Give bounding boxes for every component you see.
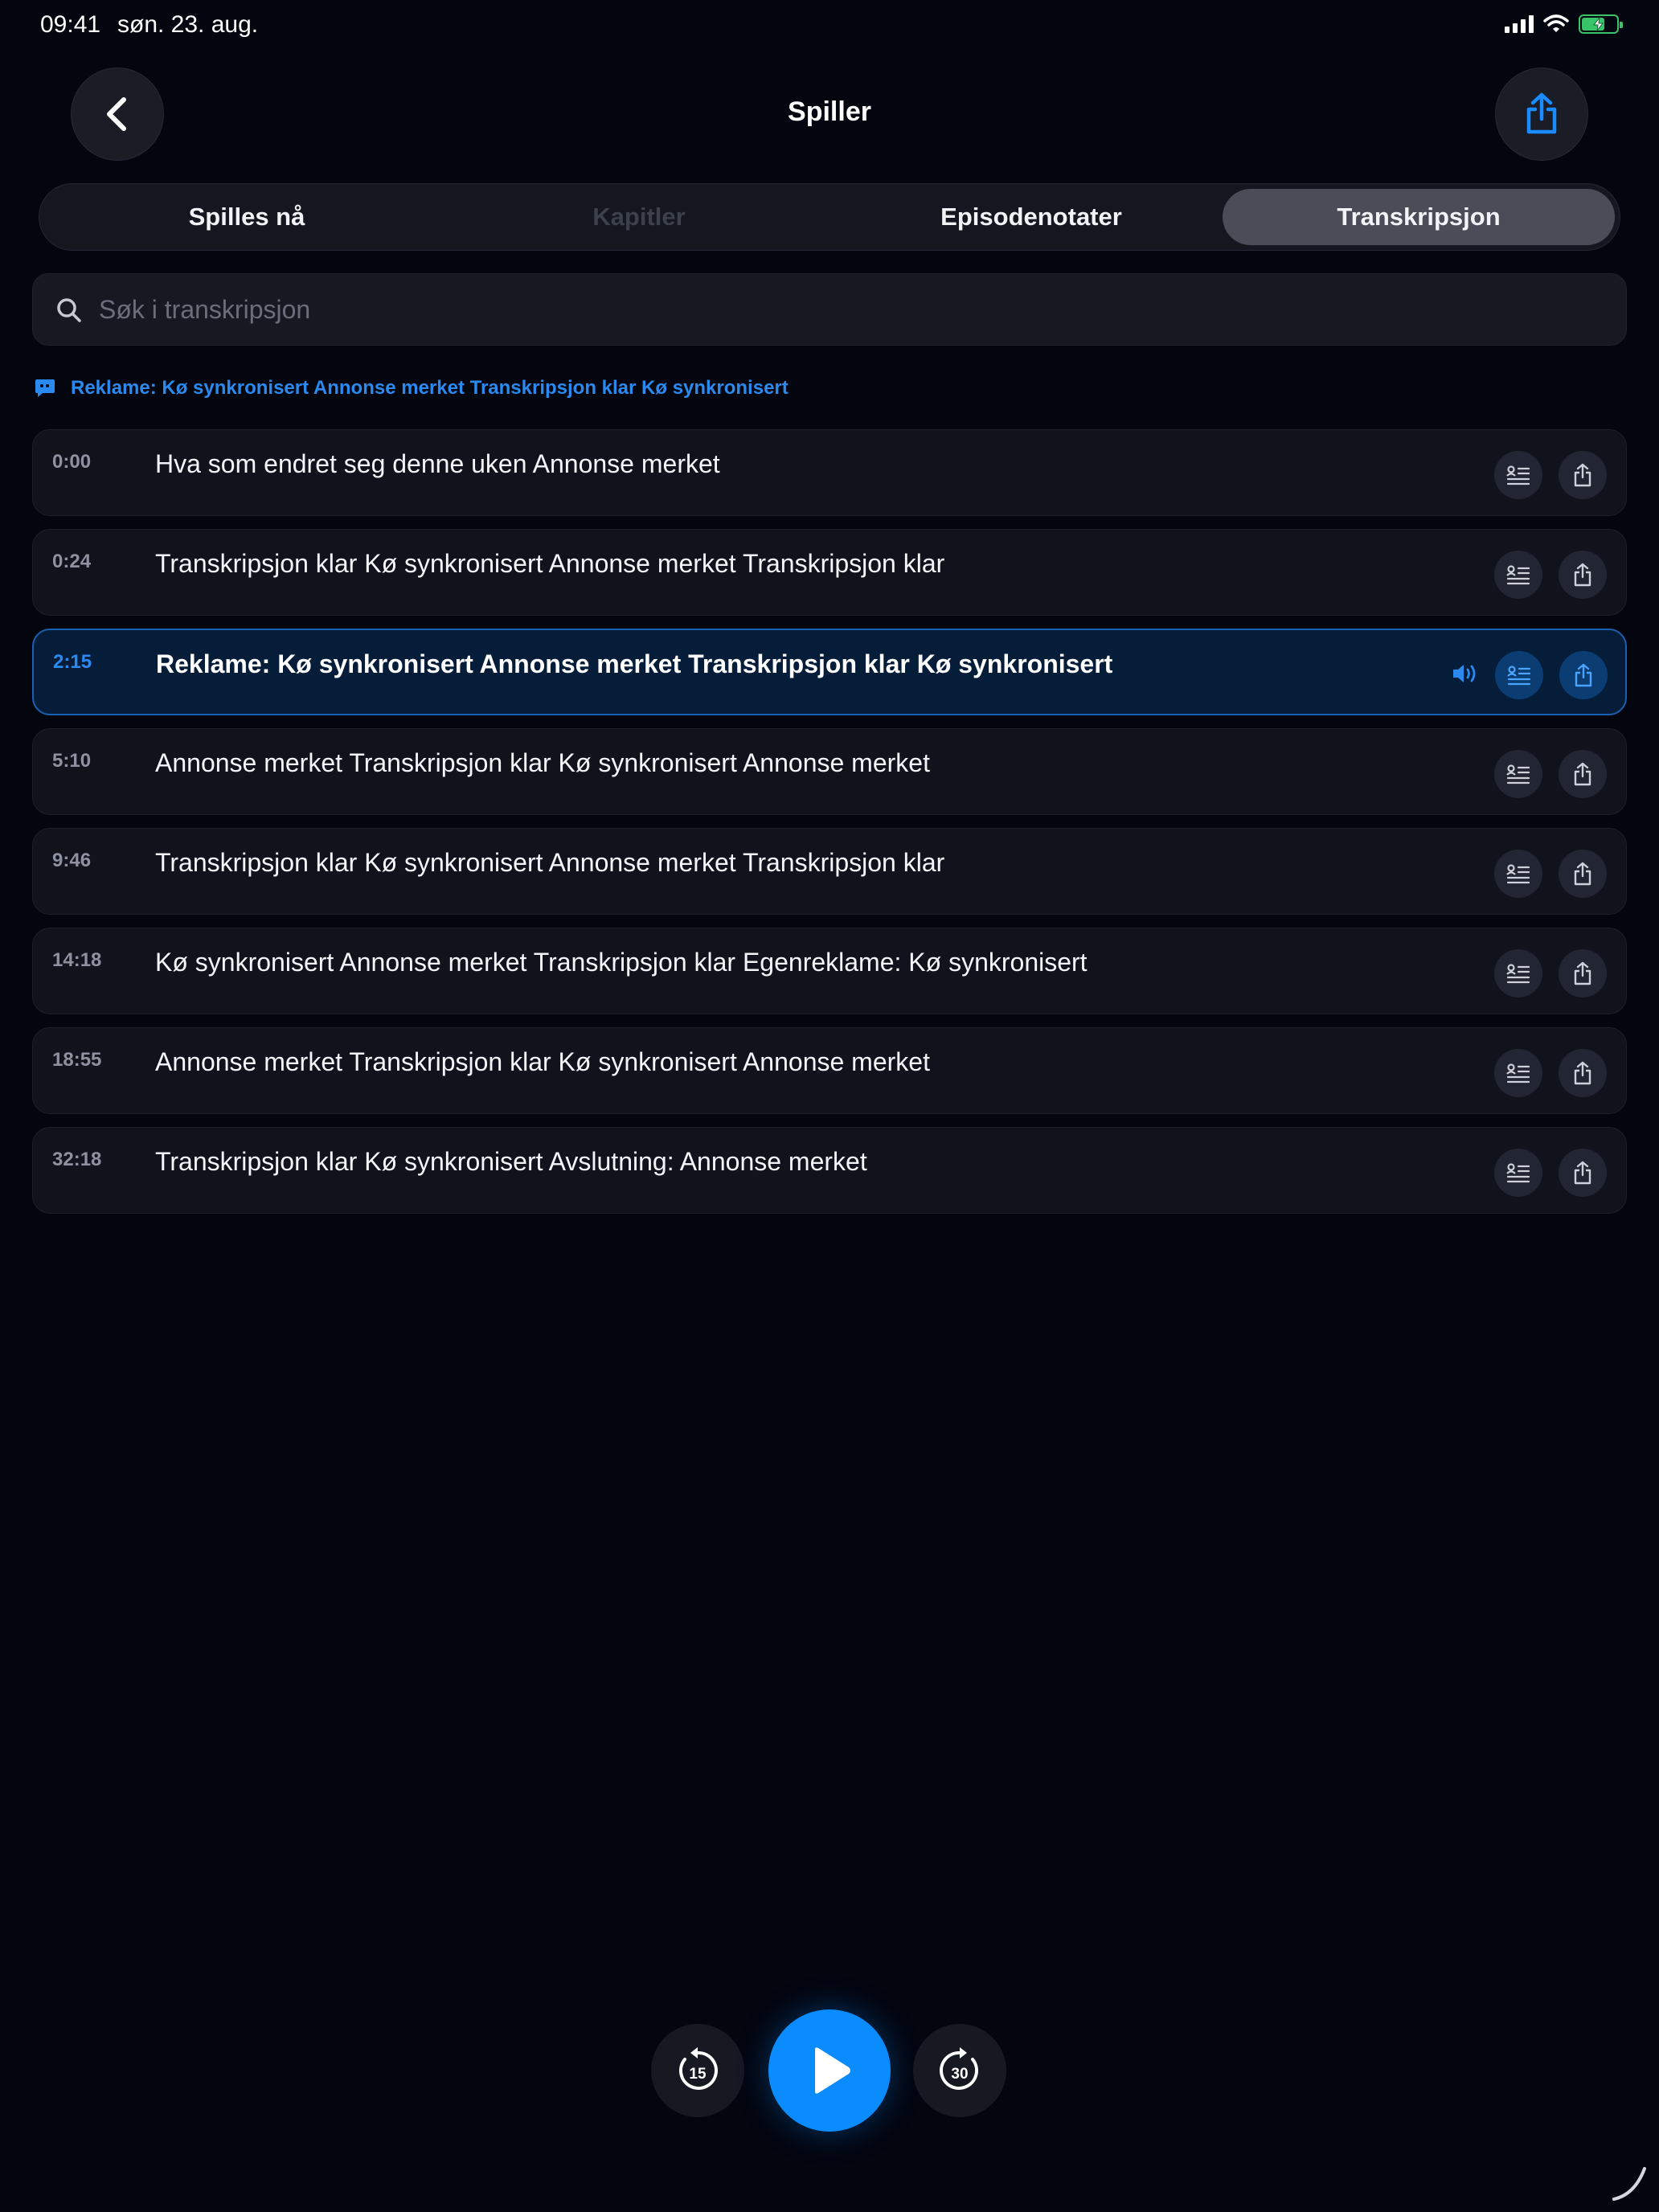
paragraph-button[interactable] <box>1495 651 1543 699</box>
transcript-row[interactable]: 0:24 Transkripsjon klar Kø synkronisert … <box>32 529 1627 616</box>
share-icon <box>1574 862 1591 886</box>
forward-30-icon: 30 <box>940 2047 979 2090</box>
segment-share-button[interactable] <box>1559 750 1607 798</box>
segment-timestamp: 2:15 <box>53 651 92 673</box>
svg-text:30: 30 <box>951 2066 968 2083</box>
search-bar <box>32 273 1627 346</box>
paragraph-icon <box>1507 666 1531 686</box>
segment-share-button[interactable] <box>1559 651 1608 699</box>
share-icon <box>1575 663 1592 687</box>
segment-share-button[interactable] <box>1559 1149 1607 1197</box>
page-title: Spiller <box>788 96 871 127</box>
paragraph-icon <box>1506 964 1530 984</box>
paragraph-button[interactable] <box>1494 551 1542 599</box>
rewind-15-icon: 15 <box>678 2047 718 2090</box>
transcript-row[interactable]: 5:10 Annonse merket Transkripsjon klar K… <box>32 728 1627 815</box>
paragraph-button[interactable] <box>1494 451 1542 499</box>
paragraph-icon <box>1506 864 1530 884</box>
cellular-signal-icon <box>1505 15 1534 33</box>
segment-timestamp: 5:10 <box>52 750 92 772</box>
paragraph-button[interactable] <box>1494 1149 1542 1197</box>
transcript-row[interactable]: 32:18 Transkripsjon klar Kø synkronisert… <box>32 1127 1627 1214</box>
share-icon <box>1526 92 1557 134</box>
segment-share-button[interactable] <box>1559 1049 1607 1097</box>
share-icon <box>1574 961 1591 985</box>
segment-share-button[interactable] <box>1559 551 1607 599</box>
status-time: 09:41 <box>40 11 101 38</box>
share-icon <box>1574 1061 1591 1085</box>
share-icon <box>1574 463 1591 487</box>
tab-chapters: Kapitler <box>592 203 686 231</box>
segment-text: Kø synkronisert Annonse merket Transkrip… <box>155 948 1088 977</box>
corner-handle-icon <box>1612 2167 1646 2201</box>
current-segment-text: Reklame: Kø synkronisert Annonse merket … <box>71 377 789 399</box>
share-icon <box>1574 563 1591 587</box>
play-icon <box>815 2047 850 2094</box>
segment-timestamp: 0:24 <box>52 551 92 572</box>
transcript-row[interactable]: 18:55 Annonse merket Transkripsjon klar … <box>32 1027 1627 1114</box>
tab-transcript[interactable]: Transkripsjon <box>1223 189 1615 245</box>
skip-back-button[interactable]: 15 <box>651 2024 744 2117</box>
segment-timestamp: 9:46 <box>52 850 92 871</box>
paragraph-icon <box>1506 1063 1530 1083</box>
play-button[interactable] <box>768 2009 891 2132</box>
segment-text: Transkripsjon klar Kø synkronisert Annon… <box>155 549 945 578</box>
search-input[interactable] <box>99 274 1594 345</box>
status-date: søn. 23. aug. <box>117 11 259 38</box>
status-bar: 09:41 søn. 23. aug. <box>0 0 1659 51</box>
transcript-row[interactable]: 9:46 Transkripsjon klar Kø synkronisert … <box>32 828 1627 915</box>
transcript-row[interactable]: 14:18 Kø synkronisert Annonse merket Tra… <box>32 928 1627 1014</box>
segment-text: Annonse merket Transkripsjon klar Kø syn… <box>155 748 930 777</box>
status-icons <box>1505 14 1623 34</box>
search-icon <box>57 298 81 322</box>
skip-forward-button[interactable]: 30 <box>913 2024 1006 2117</box>
segment-text: Transkripsjon klar Kø synkronisert Annon… <box>155 848 945 877</box>
segment-text: Hva som endret seg denne uken Annonse me… <box>155 449 720 478</box>
tab-episode-notes[interactable]: Episodenotater <box>835 189 1227 245</box>
paragraph-button[interactable] <box>1494 949 1542 997</box>
segment-text: Transkripsjon klar Kø synkronisert Avslu… <box>155 1147 867 1176</box>
current-segment-banner[interactable]: Reklame: Kø synkronisert Annonse merket … <box>34 375 789 402</box>
paragraph-button[interactable] <box>1494 850 1542 898</box>
paragraph-icon <box>1506 764 1530 784</box>
speaker-icon <box>1453 665 1476 682</box>
segment-share-button[interactable] <box>1559 451 1607 499</box>
segment-timestamp: 32:18 <box>52 1149 102 1170</box>
paragraph-button[interactable] <box>1494 750 1542 798</box>
svg-text:15: 15 <box>689 2066 707 2083</box>
share-icon <box>1574 762 1591 786</box>
transcript-row-active[interactable]: 2:15 Reklame: Kø synkronisert Annonse me… <box>32 629 1627 715</box>
battery-charging-icon <box>1579 14 1623 34</box>
share-button[interactable] <box>1495 68 1588 161</box>
paragraph-icon <box>1506 1163 1530 1183</box>
speech-bubble-icon <box>35 379 55 397</box>
segment-share-button[interactable] <box>1559 949 1607 997</box>
segment-text: Reklame: Kø synkronisert Annonse merket … <box>156 649 1113 678</box>
paragraph-icon <box>1506 565 1530 585</box>
transcript-list: 0:00 Hva som endret seg denne uken Annon… <box>32 429 1627 1227</box>
paragraph-icon <box>1506 465 1530 485</box>
segment-text: Annonse merket Transkripsjon klar Kø syn… <box>155 1047 930 1076</box>
wifi-icon <box>1543 14 1569 32</box>
tab-bar: Spilles nå Kapitler Episodenotater Trans… <box>39 183 1620 251</box>
paragraph-button[interactable] <box>1494 1049 1542 1097</box>
segment-timestamp: 14:18 <box>52 949 102 971</box>
player-screen: 09:41 søn. 23. aug. Spiller Spilles nå K… <box>0 0 1659 2212</box>
transcript-row[interactable]: 0:00 Hva som endret seg denne uken Annon… <box>32 429 1627 516</box>
segment-timestamp: 18:55 <box>52 1049 102 1071</box>
segment-share-button[interactable] <box>1559 850 1607 898</box>
tab-now-playing[interactable]: Spilles nå <box>51 189 443 245</box>
share-icon <box>1574 1161 1591 1185</box>
segment-timestamp: 0:00 <box>52 451 92 473</box>
